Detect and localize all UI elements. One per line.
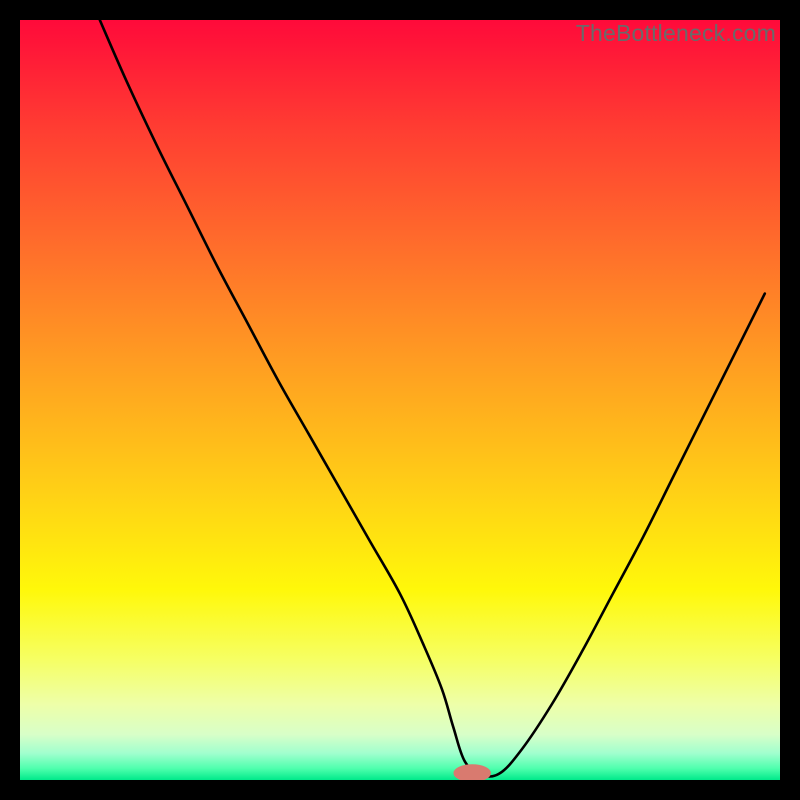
watermark-text: TheBottleneck.com [576, 20, 776, 47]
bottleneck-chart [20, 20, 780, 780]
chart-frame: TheBottleneck.com [20, 20, 780, 780]
gradient-background [20, 20, 780, 780]
optimum-marker [454, 765, 490, 780]
